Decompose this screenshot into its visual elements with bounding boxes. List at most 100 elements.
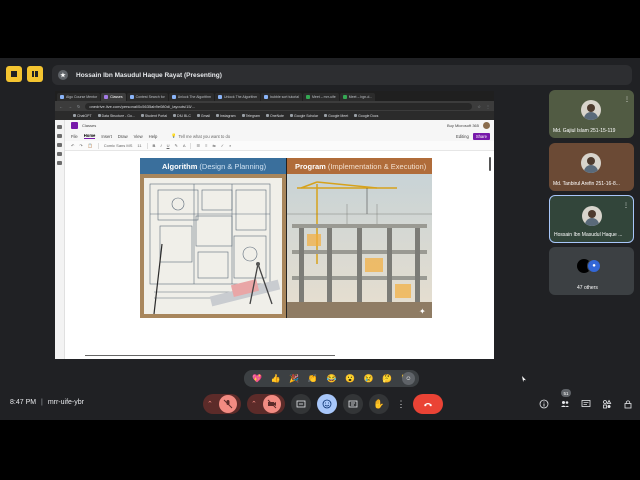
url-field[interactable]: onedrive.live.com/personal/0c5635ab9e080… — [85, 102, 473, 110]
mic-toggle-button[interactable] — [219, 395, 237, 413]
star-icon[interactable]: ☆ — [477, 104, 481, 109]
browser-tab[interactable]: Classes — [101, 93, 126, 101]
tab-file[interactable]: File — [71, 134, 78, 139]
tab-draw[interactable]: Draw — [118, 134, 128, 139]
undo-icon[interactable]: ↶ — [71, 143, 74, 148]
bookmark-icon — [216, 114, 219, 117]
editing-mode-button[interactable]: Editing — [456, 134, 469, 139]
browser-tab[interactable]: Unlock The Algorithm — [168, 93, 214, 101]
meeting-details-button[interactable] — [537, 397, 551, 411]
presenter-avatar: ★ — [58, 70, 68, 80]
highlight-icon[interactable]: ✎ — [174, 143, 177, 148]
search-icon[interactable]: ⌕ — [229, 143, 231, 148]
bookmark-item[interactable]: OneNote — [265, 113, 284, 118]
sidebar-icon[interactable] — [57, 143, 62, 147]
more-options-button[interactable]: ⋮ — [395, 394, 407, 414]
buy-link[interactable]: Buy Microsoft 365 — [447, 123, 479, 128]
bookmark-label: OneNote — [269, 113, 284, 118]
layout-button[interactable] — [27, 66, 43, 82]
leave-call-button[interactable] — [413, 394, 443, 414]
reaction-heart[interactable]: 💖 — [252, 374, 262, 383]
bookmark-item[interactable]: Google Scholar — [289, 114, 318, 118]
more-reactions-button[interactable]: ☺ — [402, 372, 415, 385]
reaction-thinking[interactable]: 🤔 — [382, 374, 392, 383]
reaction-laugh[interactable]: 😂 — [326, 374, 336, 383]
reaction-party[interactable]: 🎉 — [289, 374, 299, 383]
account-avatar[interactable] — [483, 122, 490, 129]
vertical-scrollbar[interactable] — [489, 157, 491, 171]
reaction-clap[interactable]: 👏 — [308, 374, 318, 383]
bold-button[interactable]: B — [153, 143, 156, 148]
raise-hand-button[interactable]: ✋ — [369, 394, 389, 414]
captions-button[interactable] — [291, 394, 311, 414]
tab-insert[interactable]: Insert — [101, 134, 111, 139]
browser-tab[interactable]: Contest Search for — [126, 93, 168, 101]
sidebar-icon[interactable] — [57, 134, 62, 138]
font-name-select[interactable]: Comic Sans MS — [104, 143, 133, 148]
sidebar-icon[interactable] — [57, 161, 62, 165]
sidebar-icon[interactable] — [57, 152, 62, 156]
align-icon[interactable]: ⇆ — [212, 143, 215, 148]
bullets-icon[interactable]: ☰ — [196, 143, 200, 148]
tab-help[interactable]: Help — [149, 134, 158, 139]
browser-tab[interactable]: Unlock The Algorithm — [214, 93, 261, 101]
font-size-select[interactable]: 11 — [137, 143, 141, 148]
present-button[interactable] — [343, 394, 363, 414]
paste-icon[interactable]: 📋 — [88, 143, 93, 148]
share-button[interactable]: Share — [472, 132, 490, 140]
bookmark-item[interactable]: Data Structure - Go... — [97, 114, 135, 118]
reaction-surprised[interactable]: 😮 — [345, 374, 355, 383]
forward-icon[interactable]: → — [68, 104, 72, 109]
others-tile[interactable]: ● 47 others — [549, 247, 634, 295]
tab-label: Classes — [110, 95, 123, 99]
chevron-up-icon[interactable]: ⌃ — [207, 400, 213, 408]
browser-tab[interactable]: bubble sort tutorial — [261, 93, 302, 101]
emoji-button[interactable] — [317, 394, 337, 414]
tell-me-box[interactable]: 💡 Tell me what you want to do — [171, 133, 230, 139]
browser-tab[interactable]: Meet – mrr-uife — [302, 93, 339, 101]
tab-home[interactable]: Home — [83, 133, 96, 139]
activities-button[interactable] — [600, 397, 614, 411]
reload-icon[interactable]: ↻ — [77, 104, 80, 109]
bookmark-item[interactable]: Google Docs — [354, 114, 378, 118]
construction-illustration: ✦ — [287, 174, 432, 318]
host-controls-button[interactable] — [621, 397, 635, 411]
program-title: Program — [295, 161, 326, 171]
participant-tile[interactable]: Md. Tanbirul Arefin 251-16-8... — [549, 143, 634, 191]
more-options-icon[interactable]: ⋮ — [624, 96, 630, 103]
algorithm-title: Algorithm — [162, 161, 198, 171]
browser-tab[interactable]: Meet – bgn-d... — [339, 93, 376, 101]
participant-tile[interactable]: ⋮ Md. Gajiul Islam 251-15-119 — [549, 90, 634, 138]
sidebar-icon[interactable] — [57, 125, 62, 129]
bookmark-icon — [241, 114, 245, 117]
page-canvas[interactable]: Algorithm (Design & Planning) Program (I… — [65, 151, 494, 359]
people-button[interactable]: 51 — [558, 389, 572, 411]
bookmark-item[interactable]: Gmail — [196, 114, 210, 118]
font-color-icon[interactable]: A — [183, 143, 186, 148]
extensions-icon[interactable]: ⋮ — [486, 104, 490, 109]
redo-icon[interactable]: ↷ — [79, 143, 82, 148]
italic-button[interactable]: I — [160, 143, 161, 148]
tab-view[interactable]: View — [134, 134, 143, 139]
participant-tile-presenter[interactable]: ⋮ Hossain Ibn Masudul Haque ... — [549, 195, 634, 243]
bookmark-item[interactable]: Student Portal — [140, 114, 167, 118]
reaction-sad[interactable]: 😢 — [364, 374, 374, 383]
bookmark-item[interactable]: Telegram — [241, 114, 260, 118]
chat-button[interactable] — [579, 397, 593, 411]
bookmark-icon — [354, 114, 358, 117]
reaction-thumbs-up[interactable]: 👍 — [271, 374, 281, 383]
underline-button[interactable]: U — [167, 143, 170, 148]
bookmark-item[interactable]: Google Meet — [324, 114, 348, 118]
chevron-up-icon[interactable]: ⌃ — [251, 400, 257, 408]
more-options-icon[interactable]: ⋮ — [623, 202, 629, 209]
pin-button[interactable] — [6, 66, 22, 82]
tag-icon[interactable]: ✓ — [221, 143, 224, 148]
browser-tab[interactable]: Algo Course Mentor — [57, 93, 101, 101]
bookmark-item[interactable]: ChatGPT — [73, 114, 92, 118]
bookmark-item[interactable]: Instagram — [216, 114, 236, 118]
horizontal-scrollbar[interactable] — [85, 355, 335, 356]
back-icon[interactable]: ← — [59, 104, 63, 109]
bookmark-item[interactable]: DIU BLC — [173, 114, 191, 118]
camera-toggle-button[interactable] — [263, 395, 281, 413]
numbering-icon[interactable]: ≡ — [205, 143, 207, 148]
